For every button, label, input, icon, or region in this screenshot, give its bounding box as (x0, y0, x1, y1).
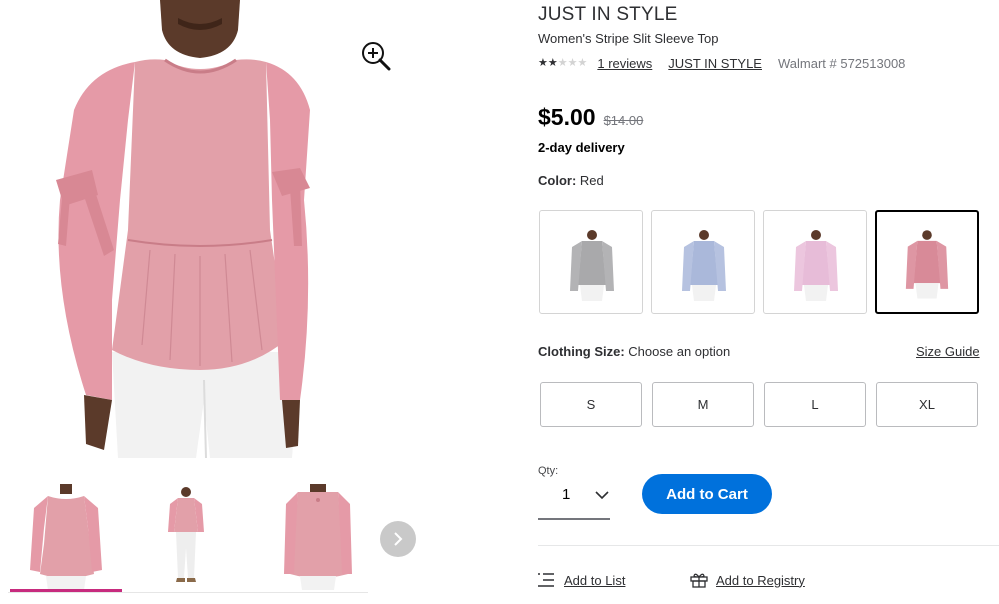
product-title: Women's Stripe Slit Sleeve Top (538, 31, 719, 46)
size-option-m[interactable]: M (652, 382, 754, 427)
add-to-list-label: Add to List (564, 572, 626, 588)
current-price: $5.00 (538, 104, 596, 130)
color-swatch-pink[interactable] (763, 210, 867, 314)
size-label: Clothing Size: Choose an option (538, 344, 730, 359)
product-brand: JUST IN STYLE (538, 4, 678, 25)
original-price: $14.00 (603, 113, 644, 128)
size-option-xl[interactable]: XL (876, 382, 978, 427)
main-product-image[interactable] (0, 0, 470, 458)
thumbnail-strip (0, 478, 420, 604)
price-block: $5.00 $14.00 (538, 104, 643, 131)
brand-link[interactable]: JUST IN STYLE (668, 56, 762, 71)
thumbnail-front[interactable] (10, 478, 122, 592)
color-swatch-blue[interactable] (651, 210, 755, 314)
chevron-down-icon (595, 491, 609, 500)
color-selected-value: Red (579, 173, 604, 188)
star-filled-icon: ★ (538, 57, 548, 69)
thumbnail-full-body[interactable] (130, 478, 242, 590)
next-image-button[interactable] (380, 521, 416, 557)
size-option-s[interactable]: S (540, 382, 642, 427)
walmart-number: Walmart # 572513008 (777, 56, 906, 71)
quantity-label: Qty: (538, 465, 559, 477)
add-to-list-button[interactable]: Add to List (538, 572, 625, 588)
star-empty-icon: ★ (557, 57, 568, 69)
size-label-title: Clothing Size: (538, 344, 625, 359)
product-photo (56, 0, 310, 458)
reviews-link[interactable]: 1 reviews (597, 56, 652, 71)
add-to-registry-button[interactable]: Add to Registry (690, 572, 805, 588)
section-divider (538, 545, 999, 546)
color-label: Color: Red (538, 173, 604, 188)
star-empty-icon: ★ (567, 57, 578, 69)
add-to-cart-button[interactable]: Add to Cart (642, 474, 772, 514)
size-option-l[interactable]: L (764, 382, 866, 427)
zoom-in-icon[interactable] (360, 40, 392, 72)
color-swatch-red[interactable] (875, 210, 979, 314)
list-icon (538, 573, 554, 587)
delivery-info: 2-day delivery (538, 140, 625, 155)
star-rating: ★ ★ ★ ★ ★ (538, 58, 587, 69)
size-guide-link[interactable]: Size Guide (916, 344, 980, 359)
gift-icon (690, 573, 708, 588)
thumbnail-back[interactable] (262, 478, 374, 590)
quantity-value: 1 (562, 486, 571, 503)
add-to-registry-label: Add to Registry (716, 572, 805, 588)
product-meta: ★ ★ ★ ★ ★ 1 reviews JUST IN STYLE Walmar… (538, 56, 905, 71)
star-empty-icon: ★ (577, 57, 588, 69)
quantity-select[interactable]: 1 (538, 478, 610, 520)
color-swatch-gray[interactable] (539, 210, 643, 314)
chevron-right-icon (394, 532, 403, 546)
thumbnail-divider (8, 592, 368, 593)
star-filled-icon: ★ (547, 57, 558, 69)
size-prompt: Choose an option (628, 344, 731, 359)
color-label-title: Color: (538, 173, 577, 188)
